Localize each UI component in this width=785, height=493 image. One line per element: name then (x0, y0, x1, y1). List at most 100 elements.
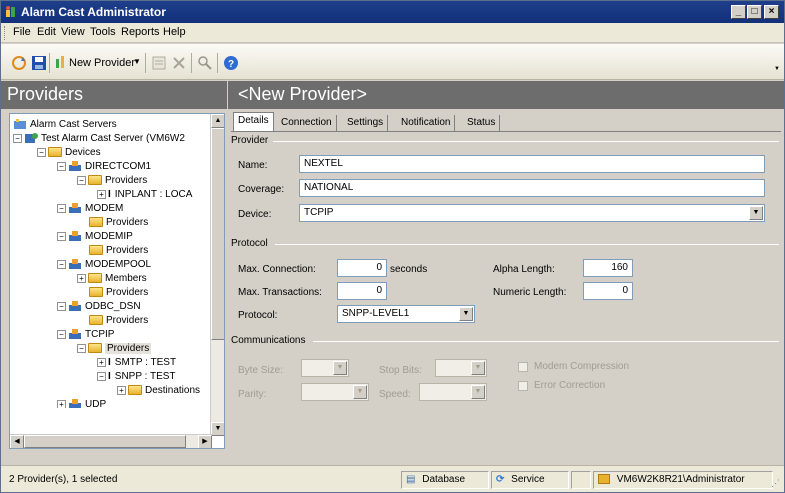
tab-settings[interactable]: Settings (343, 115, 389, 132)
database-icon: ▤ (406, 474, 416, 485)
scroll-thumb[interactable] (24, 435, 186, 448)
save-icon[interactable] (31, 55, 47, 71)
maximize-button[interactable]: □ (747, 5, 762, 19)
folder-icon (128, 385, 142, 396)
tree-node[interactable]: Providers (89, 314, 148, 328)
speed-select[interactable]: ▼ (419, 383, 487, 401)
chevron-down-icon[interactable]: ▼ (749, 206, 763, 220)
tree-horizontal-scrollbar[interactable]: ◀ ▶ (10, 434, 212, 448)
collapse-icon[interactable]: − (57, 161, 66, 171)
tab-notification[interactable]: Notification (397, 115, 456, 132)
byte-size-select[interactable]: ▼ (301, 359, 349, 377)
scroll-right-icon[interactable]: ▶ (198, 435, 212, 448)
device-select-value: TCPIP (304, 207, 334, 218)
expand-icon[interactable]: + (57, 399, 66, 408)
scroll-up-icon[interactable]: ▲ (211, 114, 224, 128)
toolbar-separator (191, 53, 192, 73)
menu-file[interactable]: File (13, 26, 31, 38)
refresh-icon[interactable] (11, 55, 27, 71)
expand-icon[interactable]: + (97, 357, 106, 367)
menu-tools[interactable]: Tools (90, 26, 116, 38)
tree-vertical-scrollbar[interactable]: ▲ ▼ (210, 114, 224, 436)
menu-help[interactable]: Help (163, 26, 186, 38)
collapse-icon[interactable]: − (97, 371, 106, 381)
max-transactions-field[interactable]: 0 (337, 282, 387, 300)
collapse-icon[interactable]: − (57, 259, 66, 269)
tree-node[interactable]: − MODEMPOOL (57, 258, 151, 272)
numeric-length-field[interactable]: 0 (583, 282, 633, 300)
tree-node[interactable]: − TCPIP (57, 328, 114, 342)
menu-edit[interactable]: Edit (37, 26, 56, 38)
tree-node[interactable]: Providers (89, 286, 148, 300)
tab-details[interactable]: Details (233, 112, 274, 132)
name-field[interactable]: NEXTEL (299, 155, 765, 173)
close-button[interactable]: × (764, 5, 779, 19)
alpha-length-field[interactable]: 160 (583, 259, 633, 277)
device-select[interactable]: TCPIP ▼ (299, 204, 765, 222)
collapse-icon[interactable]: − (77, 343, 86, 353)
max-connection-field[interactable]: 0 (337, 259, 387, 277)
coverage-field[interactable]: NATIONAL (299, 179, 765, 197)
tree-node[interactable]: − I SNPP : TEST (97, 370, 176, 384)
menu-reports[interactable]: Reports (121, 26, 160, 38)
collapse-icon[interactable]: − (13, 133, 22, 143)
toolbar-overflow-icon[interactable]: ▼ (774, 66, 780, 72)
modem-compression-checkbox[interactable] (518, 362, 528, 372)
tree-node[interactable]: − MODEMIP (57, 230, 133, 244)
tree-node[interactable]: + Destinations (117, 384, 200, 398)
stop-bits-select[interactable]: ▼ (435, 359, 487, 377)
expand-icon[interactable]: + (97, 189, 106, 199)
chevron-down-icon[interactable]: ▼ (459, 307, 473, 321)
collapse-icon[interactable]: − (57, 329, 66, 339)
tab-status[interactable]: Status (463, 115, 501, 132)
parity-select[interactable]: ▼ (301, 383, 369, 401)
seconds-label: seconds (390, 264, 428, 275)
tree-node[interactable]: + UDP (57, 398, 106, 408)
new-provider-pane-title: <New Provider> (228, 81, 784, 109)
tree-node[interactable]: − Devices (37, 146, 101, 160)
device-icon (69, 399, 81, 408)
tree-node[interactable]: Providers (89, 216, 148, 230)
provider-icon: I (108, 189, 111, 200)
device-icon (69, 259, 81, 270)
provider-icon: I (108, 357, 111, 368)
collapse-icon[interactable]: − (77, 175, 86, 185)
scroll-thumb[interactable] (211, 128, 224, 340)
tab-connection[interactable]: Connection (277, 115, 337, 132)
menu-view[interactable]: View (61, 26, 85, 38)
tree-node[interactable]: + I SMTP : TEST (97, 356, 176, 370)
chevron-down-icon[interactable]: ▼ (353, 385, 367, 399)
tree-node[interactable]: Providers (89, 244, 148, 258)
collapse-icon[interactable]: − (37, 147, 46, 157)
tree-node[interactable]: + Members (77, 272, 147, 286)
expand-icon[interactable]: + (117, 385, 126, 395)
chevron-down-icon[interactable]: ▼ (471, 361, 485, 375)
error-correction-checkbox[interactable] (518, 381, 528, 391)
protocol-select[interactable]: SNPP-LEVEL1 ▼ (337, 305, 475, 323)
scroll-left-icon[interactable]: ◀ (10, 435, 24, 448)
search-icon[interactable] (197, 55, 213, 71)
chevron-down-icon[interactable]: ▼ (471, 385, 485, 399)
collapse-icon[interactable]: − (57, 231, 66, 241)
collapse-icon[interactable]: − (57, 301, 66, 311)
tree-node-selected[interactable]: − Providers (77, 342, 152, 356)
chevron-down-icon[interactable]: ▼ (333, 361, 347, 375)
new-provider-button[interactable]: New Provider (69, 57, 135, 69)
tree-node[interactable]: + I INPLANT : LOCA (97, 188, 192, 202)
new-provider-dropdown-icon[interactable]: ▼ (133, 57, 141, 66)
tree-node[interactable]: − DIRECTCOM1 (57, 160, 151, 174)
expand-icon[interactable]: + (77, 273, 86, 283)
tree-node[interactable]: − ODBC_DSN (57, 300, 141, 314)
tree-node[interactable]: − MODEM (57, 202, 123, 216)
resize-grip-icon[interactable]: ⋰ (771, 478, 780, 489)
tree-node[interactable]: − Providers (77, 174, 147, 188)
minimize-button[interactable]: _ (731, 5, 746, 19)
parity-label: Parity: (238, 389, 267, 400)
collapse-icon[interactable]: − (57, 203, 66, 213)
help-icon[interactable]: ? (223, 55, 239, 71)
tree-node[interactable]: Alarm Cast Servers (13, 118, 117, 132)
tree-node[interactable]: − Test Alarm Cast Server (VM6W2 (13, 132, 185, 146)
properties-icon[interactable] (151, 55, 167, 71)
delete-icon[interactable] (171, 55, 187, 71)
scroll-down-icon[interactable]: ▼ (211, 422, 224, 436)
